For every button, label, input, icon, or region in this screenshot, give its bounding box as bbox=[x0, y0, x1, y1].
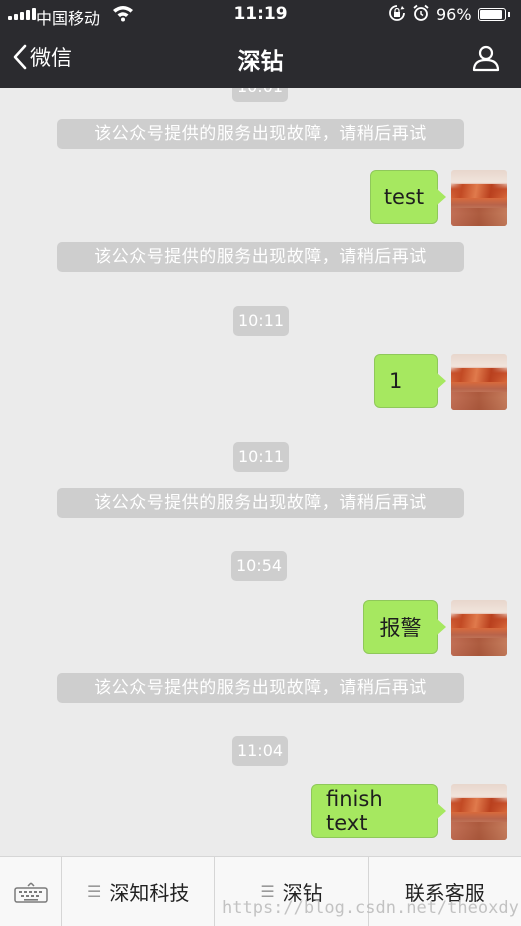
status-bar: 中国移动 11:19 96% bbox=[0, 0, 521, 30]
menu-lines-icon: ☰ bbox=[86, 882, 102, 901]
system-message: 该公众号提供的服务出现故障，请稍后再试 bbox=[57, 119, 464, 149]
avatar[interactable] bbox=[451, 600, 507, 656]
nav-bar: 微信 深钻 bbox=[0, 30, 521, 88]
keyboard-toggle-button[interactable] bbox=[0, 857, 62, 926]
sent-message-bubble[interactable]: 1 bbox=[374, 354, 446, 408]
timestamp: 10:11 bbox=[233, 306, 289, 336]
alarm-icon bbox=[413, 4, 429, 21]
sent-message-bubble[interactable]: 报警 bbox=[363, 600, 446, 654]
system-message: 该公众号提供的服务出现故障，请稍后再试 bbox=[57, 488, 464, 518]
avatar[interactable] bbox=[451, 170, 507, 226]
watermark: https://blog.csdn.net/theoxdy bbox=[222, 898, 519, 918]
person-icon[interactable] bbox=[472, 44, 500, 72]
menu-item-shenzhi-keji[interactable]: ☰ 深知科技 bbox=[62, 857, 216, 926]
page-title: 深钻 bbox=[237, 49, 284, 75]
battery-icon bbox=[478, 8, 510, 21]
menu-item-label: 深知科技 bbox=[109, 881, 190, 905]
top-bar: 中国移动 11:19 96% 微信 深钻 bbox=[0, 0, 521, 88]
timestamp: 10:01 bbox=[232, 88, 288, 102]
timestamp: 11:04 bbox=[232, 736, 288, 766]
avatar[interactable] bbox=[451, 784, 507, 840]
battery-percent: 96% bbox=[436, 5, 472, 24]
chat-area[interactable]: 10:01 该公众号提供的服务出现故障，请稍后再试 test 该公众号提供的服务… bbox=[0, 88, 521, 856]
timestamp: 10:11 bbox=[233, 442, 289, 472]
sent-message-bubble[interactable]: test bbox=[370, 170, 446, 224]
keyboard-icon bbox=[13, 881, 48, 903]
system-message: 该公众号提供的服务出现故障，请稍后再试 bbox=[57, 673, 464, 703]
rotation-lock-icon bbox=[389, 5, 405, 21]
avatar[interactable] bbox=[451, 354, 507, 410]
timestamp: 10:54 bbox=[231, 551, 287, 581]
system-message: 该公众号提供的服务出现故障，请稍后再试 bbox=[57, 242, 464, 272]
sent-message-bubble[interactable]: finish text bbox=[311, 784, 446, 838]
